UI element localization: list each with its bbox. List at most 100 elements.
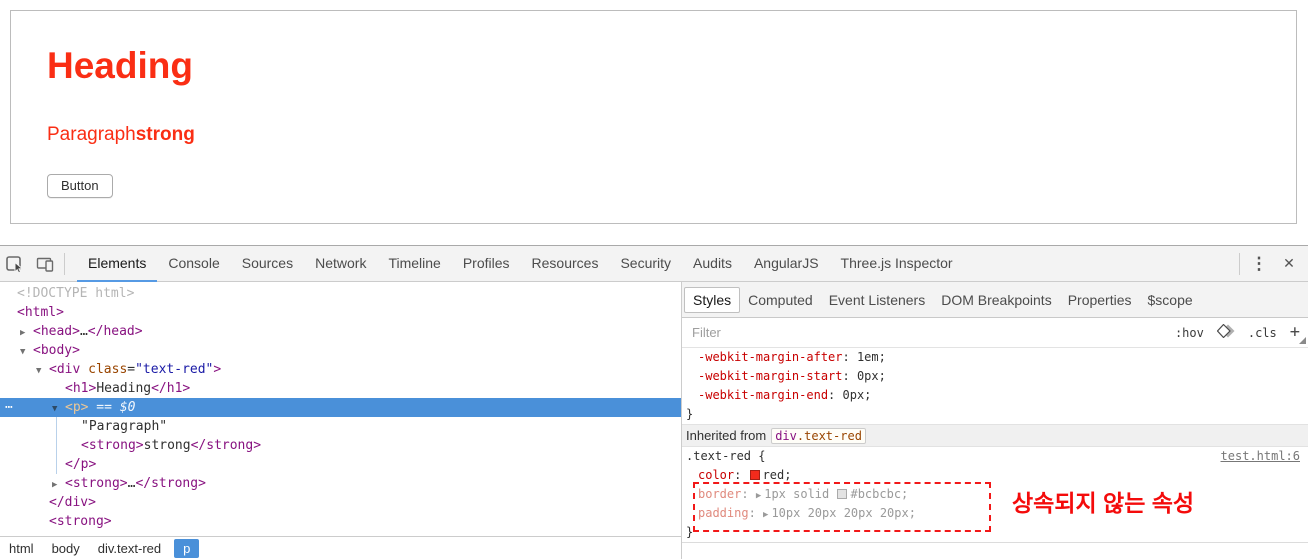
style-declaration-row[interactable]: padding: ▶ 10px 20px 20px 20px; bbox=[682, 504, 1308, 523]
style-declaration-row[interactable]: border: ▶ 1px solid #bcbcbc; bbox=[682, 485, 1308, 504]
devtools-tab-angularjs[interactable]: AngularJS bbox=[743, 246, 830, 282]
dom-token: == $0 bbox=[88, 400, 136, 415]
browser-page-preview: Heading Paragraphstrong Button bbox=[0, 0, 1308, 245]
dom-tree: <!DOCTYPE html> <html> ▶ <head>…</head> ▼ <bo… bbox=[0, 282, 681, 536]
dom-tree-row[interactable]: ▼ <div class="text-red"> bbox=[0, 360, 681, 379]
dom-token: </h1> bbox=[151, 381, 191, 396]
styles-tab-properties[interactable]: Properties bbox=[1060, 292, 1140, 308]
devtools-tab-elements[interactable]: Elements bbox=[77, 246, 157, 282]
devtools-tab-audits[interactable]: Audits bbox=[682, 246, 743, 282]
breadcrumb-item-div-text-red[interactable]: div.text-red bbox=[89, 539, 170, 558]
dom-token: = bbox=[127, 362, 136, 377]
devtools-panels: <!DOCTYPE html> <html> ▶ <head>…</head> ▼ <bo… bbox=[0, 282, 1308, 559]
dom-tree-row[interactable]: <html> bbox=[0, 303, 681, 322]
inspect-element-icon[interactable] bbox=[0, 246, 30, 282]
dom-tree-row[interactable]: <!DOCTYPE html> bbox=[0, 284, 681, 303]
dom-tree-row[interactable]: ▼ <body> bbox=[0, 341, 681, 360]
styles-tab-$scope[interactable]: $scope bbox=[1140, 292, 1201, 308]
annotation-text: 상속되지 않는 속성 bbox=[1012, 490, 1195, 516]
style-token: : bbox=[842, 369, 857, 383]
breadcrumb-item-body[interactable]: body bbox=[43, 539, 89, 558]
dom-tree-row[interactable]: ▶ <strong>…</strong> bbox=[0, 474, 681, 493]
dom-token: Heading bbox=[96, 381, 152, 396]
dom-token: <strong> bbox=[49, 514, 112, 529]
dom-tree-row[interactable]: </p> bbox=[0, 455, 681, 474]
styles-tab-event-listeners[interactable]: Event Listeners bbox=[821, 292, 934, 308]
page-heading: Heading bbox=[47, 45, 193, 86]
dom-tree-row[interactable]: </div> bbox=[0, 493, 681, 512]
style-token: ▶ bbox=[763, 510, 769, 520]
dom-token: </div> bbox=[49, 495, 96, 510]
style-token: -webkit-margin-after bbox=[698, 350, 843, 364]
dom-token: "text-red" bbox=[135, 362, 214, 377]
style-declaration-row[interactable]: test.html:6 .text-red { bbox=[682, 447, 1308, 466]
styles-panel: Styles Computed Event Listeners DOM Breakpo… bbox=[681, 282, 1308, 559]
paragraph-text: Paragraph bbox=[47, 124, 136, 145]
devtools-tab-bar: Elements Console Sources Network Timeline Pro… bbox=[77, 246, 964, 282]
styles-tab-dom-breakpoints[interactable]: DOM Breakpoints bbox=[933, 292, 1059, 308]
style-declaration-row[interactable]: -webkit-margin-after: 1em; bbox=[682, 348, 1308, 367]
style-token: .text-red { bbox=[686, 449, 766, 463]
dom-token: > bbox=[213, 362, 222, 377]
inherited-from-label: Inherited from bbox=[686, 428, 767, 443]
dom-token: </strong> bbox=[135, 476, 206, 491]
color-swatch-red[interactable] bbox=[749, 470, 760, 480]
overflow-menu-icon[interactable]: ⋮ bbox=[1244, 246, 1274, 282]
dom-token: <head> bbox=[33, 324, 80, 339]
breadcrumb-item-html[interactable]: html bbox=[0, 539, 43, 558]
style-token: -webkit-margin-end bbox=[698, 388, 829, 402]
dom-token: <strong> bbox=[65, 476, 128, 491]
style-token: #bcbcbc; bbox=[850, 487, 909, 501]
style-declaration-row[interactable]: color: red; bbox=[682, 466, 1308, 485]
devtools-tab-network[interactable]: Network bbox=[304, 246, 377, 282]
style-token: : bbox=[741, 487, 756, 501]
screenshot-root: Heading Paragraphstrong Button Elements C… bbox=[0, 0, 1308, 559]
dom-tree-row[interactable]: ▶ <head>…</head> bbox=[0, 322, 681, 341]
dom-tree-row[interactable]: <h1>Heading</h1> bbox=[0, 379, 681, 398]
inherited-node-link[interactable]: div.text-red bbox=[771, 428, 866, 444]
dom-tree-row[interactable]: <strong>strong</strong> bbox=[0, 436, 681, 455]
styles-filter-input[interactable] bbox=[690, 324, 910, 341]
devtools-tab-resources[interactable]: Resources bbox=[521, 246, 610, 282]
dom-token: </p> bbox=[65, 457, 97, 472]
style-declaration-row[interactable]: -webkit-margin-end: 0px; bbox=[682, 386, 1308, 405]
dom-tree-row[interactable]: <strong> bbox=[0, 512, 681, 531]
breadcrumb-item-p[interactable]: p bbox=[174, 538, 200, 558]
style-token: red; bbox=[762, 468, 792, 482]
dom-token: <body> bbox=[33, 343, 80, 358]
tree-children-guide-line bbox=[56, 417, 57, 474]
devtools-tab-sources[interactable]: Sources bbox=[231, 246, 304, 282]
add-class-button[interactable]: .cls bbox=[1248, 326, 1277, 340]
devtools-window: Elements Console Sources Network Timeline Pro… bbox=[0, 245, 1308, 559]
style-source-link[interactable]: test.html:6 bbox=[1221, 447, 1300, 466]
dom-token: <html> bbox=[17, 305, 64, 320]
dom-token: <strong> bbox=[81, 438, 144, 453]
element-state-icon[interactable] bbox=[1216, 323, 1235, 341]
dom-token: <h1> bbox=[65, 381, 97, 396]
more-actions-icon[interactable]: ⋯ bbox=[5, 398, 14, 417]
dom-tree-row-selected[interactable]: ⋯ ▼ <p> == $0 bbox=[0, 398, 681, 417]
paragraph-strong-text: strong bbox=[135, 124, 195, 145]
page-button[interactable]: Button bbox=[47, 174, 113, 198]
toggle-element-state-button[interactable]: :hov bbox=[1175, 326, 1204, 340]
styles-tab-computed[interactable]: Computed bbox=[740, 292, 821, 308]
dom-token: <!DOCTYPE html> bbox=[17, 286, 135, 301]
style-declaration-row[interactable]: } bbox=[682, 523, 1308, 542]
style-declaration-row[interactable]: -webkit-margin-start: 0px; bbox=[682, 367, 1308, 386]
close-devtools-icon[interactable]: ✕ bbox=[1274, 246, 1304, 282]
devtools-tab-console[interactable]: Console bbox=[157, 246, 230, 282]
device-toolbar-icon[interactable] bbox=[30, 246, 60, 282]
devtools-tab-three-js-inspector[interactable]: Three.js Inspector bbox=[830, 246, 964, 282]
devtools-tab-timeline[interactable]: Timeline bbox=[377, 246, 451, 282]
devtools-tab-profiles[interactable]: Profiles bbox=[452, 246, 521, 282]
dom-token: </strong> bbox=[190, 438, 262, 453]
style-token: 0px; bbox=[842, 388, 872, 402]
dom-tree-row[interactable]: "Paragraph" bbox=[0, 417, 681, 436]
style-token: border bbox=[698, 487, 742, 501]
devtools-tab-security[interactable]: Security bbox=[609, 246, 682, 282]
style-token: 0px; bbox=[856, 369, 886, 383]
color-swatch-gray[interactable] bbox=[837, 489, 848, 499]
styles-tab-styles[interactable]: Styles bbox=[684, 286, 741, 313]
style-declaration-row[interactable]: } bbox=[682, 405, 1308, 424]
styles-filter-bar: :hov .cls + bbox=[682, 318, 1308, 348]
